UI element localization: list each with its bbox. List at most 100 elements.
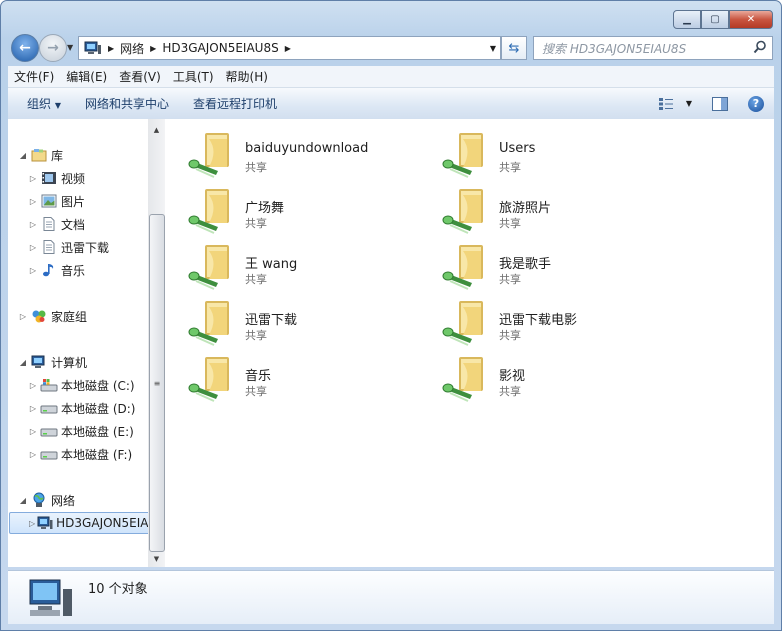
chevron-down-icon[interactable]: ▼ [686, 99, 692, 108]
collapsed-arrow-icon[interactable]: ▷ [28, 404, 38, 413]
nav-host-label: HD3GAJON5EIAU8S [56, 516, 149, 530]
menu-tools[interactable]: 工具(T) [167, 68, 220, 85]
collapsed-arrow-icon[interactable]: ▷ [28, 174, 38, 183]
shared-folder-item[interactable]: Users 共享 [424, 125, 664, 178]
chevron-right-icon[interactable]: ▶ [150, 44, 156, 53]
menu-edit[interactable]: 编辑(E) [60, 68, 113, 85]
nav-homegroup[interactable]: ▷ 家庭组 [18, 306, 87, 326]
nav-library[interactable]: ◢ 库 [18, 145, 63, 165]
shared-folder-item[interactable]: 旅游照片 共享 [424, 181, 664, 234]
recent-pages-dropdown[interactable]: ▼ [67, 43, 73, 52]
expanded-arrow-icon[interactable]: ◢ [18, 358, 28, 367]
folder-type: 共享 [245, 385, 267, 398]
collapsed-arrow-icon[interactable]: ▷ [28, 450, 38, 459]
nav-drive-f[interactable]: ▷ 本地磁盘 (F:) [28, 444, 132, 464]
organize-button[interactable]: 组织 ▼ [8, 95, 73, 112]
shared-folder-icon [442, 133, 483, 178]
toolbar-right: ▼ ? [648, 88, 774, 119]
menu-help[interactable]: 帮助(H) [220, 68, 274, 85]
shared-folder-item[interactable]: 王 wang 共享 [170, 237, 410, 290]
shared-folder-item[interactable]: 音乐 共享 [170, 349, 410, 402]
minimize-button[interactable]: ▁ [673, 10, 701, 29]
change-view-button[interactable]: ▼ [658, 97, 692, 111]
menu-view[interactable]: 查看(V) [113, 68, 167, 85]
nav-drive-e[interactable]: ▷ 本地磁盘 (E:) [28, 421, 134, 441]
maximize-button[interactable]: ▢ [701, 10, 729, 29]
address-bar[interactable]: ▶ 网络 ▶ HD3GAJON5EIAU8S ▶ ▼ [78, 36, 501, 60]
refresh-button[interactable]: ⇆ [501, 36, 527, 60]
collapsed-arrow-icon[interactable]: ▷ [28, 381, 38, 390]
forward-button[interactable]: → [39, 34, 67, 62]
library-icon [30, 147, 48, 163]
shared-folder-item[interactable]: 迅雷下载 共享 [170, 293, 410, 346]
scroll-down-arrow-icon[interactable]: ▼ [148, 550, 165, 567]
view-remote-printers-button[interactable]: 查看远程打印机 [181, 95, 289, 112]
nav-network[interactable]: ◢ 网络 [18, 490, 75, 510]
shared-folder-item[interactable]: 我是歌手 共享 [424, 237, 664, 290]
arrow-left-icon: ← [19, 40, 31, 56]
collapsed-arrow-icon[interactable]: ▷ [18, 312, 28, 321]
nav-drive-c[interactable]: ▷ 本地磁盘 (C:) [28, 375, 135, 395]
network-computer-icon [84, 41, 101, 54]
collapsed-arrow-icon[interactable]: ▷ [28, 427, 38, 436]
folder-name: 影视 [499, 369, 526, 384]
chevron-right-icon[interactable]: ▶ [285, 44, 291, 53]
search-icon[interactable] [753, 40, 767, 54]
collapsed-arrow-icon[interactable]: ▷ [28, 266, 38, 275]
close-button[interactable]: ✕ [729, 10, 773, 29]
nav-pictures-label: 图片 [61, 194, 86, 209]
nav-videos[interactable]: ▷ 视频 [28, 168, 85, 188]
menu-file[interactable]: 文件(F) [8, 68, 60, 85]
scrollbar-thumb[interactable]: ≡ [149, 214, 165, 552]
nav-drive-d[interactable]: ▷ 本地磁盘 (D:) [28, 398, 136, 418]
folder-type: 共享 [499, 217, 521, 230]
nav-computer-label: 计算机 [51, 355, 88, 370]
shared-folder-item[interactable]: 广场舞 共享 [170, 181, 410, 234]
nav-scrollbar[interactable]: ▲ ≡ ▼ [148, 119, 165, 567]
shared-folder-icon [188, 245, 229, 290]
shared-folder-item[interactable]: baiduyundownload 共享 [170, 125, 410, 178]
help-button[interactable]: ? [748, 95, 764, 112]
shared-folder-icon [442, 189, 483, 234]
breadcrumb-network[interactable]: 网络 [120, 40, 144, 57]
nav-drive-f-label: 本地磁盘 (F:) [61, 447, 133, 462]
address-dropdown-icon[interactable]: ▼ [490, 44, 496, 53]
shared-folder-icon [442, 357, 483, 402]
document-icon [40, 216, 58, 232]
preview-pane-button[interactable] [712, 96, 728, 111]
folder-type: 共享 [499, 273, 521, 286]
nav-music[interactable]: ▷ 音乐 [28, 260, 85, 280]
breadcrumb-host[interactable]: HD3GAJON5EIAU8S [162, 41, 278, 55]
nav-pictures[interactable]: ▷ 图片 [28, 191, 85, 211]
shared-folder-icon [188, 133, 229, 178]
shared-folder-item[interactable]: 影视 共享 [424, 349, 664, 402]
collapsed-arrow-icon[interactable]: ▷ [29, 519, 35, 528]
nav-drive-c-label: 本地磁盘 (C:) [61, 378, 135, 393]
hard-drive-icon [40, 446, 58, 462]
object-count: 10 个对象 [88, 582, 148, 597]
collapsed-arrow-icon[interactable]: ▷ [28, 197, 38, 206]
nav-documents[interactable]: ▷ 文档 [28, 214, 85, 234]
nav-host[interactable]: ▷ HD3GAJON5EIAU8S [9, 512, 149, 534]
search-placeholder: 搜索 HD3GAJON5EIAU8S [542, 41, 687, 56]
folder-type: 共享 [245, 161, 267, 174]
network-computer-icon [29, 579, 72, 616]
folder-type: 共享 [245, 217, 267, 230]
folder-type: 共享 [245, 329, 267, 342]
search-input[interactable]: 搜索 HD3GAJON5EIAU8S [533, 36, 773, 60]
nav-xunlei[interactable]: ▷ 迅雷下载 [28, 237, 109, 257]
hard-drive-icon [40, 423, 58, 439]
network-sharing-center-button[interactable]: 网络和共享中心 [73, 95, 181, 112]
folder-name: 音乐 [245, 369, 272, 384]
shared-folder-item[interactable]: 迅雷下载电影 共享 [424, 293, 664, 346]
collapsed-arrow-icon[interactable]: ▷ [28, 220, 38, 229]
scroll-up-arrow-icon[interactable]: ▲ [148, 121, 165, 138]
expanded-arrow-icon[interactable]: ◢ [18, 151, 28, 160]
nav-library-label: 库 [51, 148, 64, 163]
back-button[interactable]: ← [11, 34, 39, 62]
collapsed-arrow-icon[interactable]: ▷ [28, 243, 38, 252]
preview-pane-icon [712, 96, 728, 111]
nav-computer[interactable]: ◢ 计算机 [18, 352, 87, 372]
folder-name: 我是歌手 [499, 257, 552, 272]
expanded-arrow-icon[interactable]: ◢ [18, 496, 28, 505]
